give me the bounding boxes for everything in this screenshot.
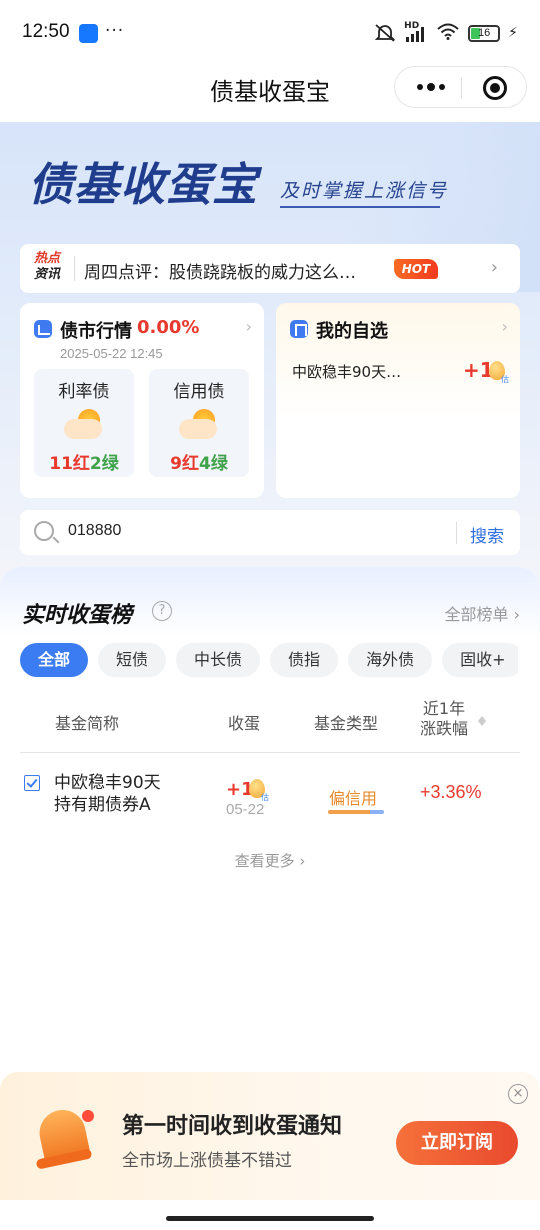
one-year-change: +3.36% [420,782,482,802]
column-header-change[interactable]: 近1年 涨跌幅 [420,699,468,739]
hot-news-tag: 热点 资讯 [34,251,68,283]
ranking-section: 实时收蛋榜 ? 全部榜单 › 全部 短债 中长债 债指 海外债 固收+ 基金简称 收蛋 基… [0,567,540,1087]
view-more-label: 查看更多 [234,852,295,870]
rate-bond-label: 利率债 [58,382,110,402]
credit-bond-green: 4绿 [199,454,228,474]
sunny-cloud-icon [64,407,106,441]
capsule-divider [461,78,462,98]
rate-bond-green: 2绿 [89,454,119,474]
status-icons: HD 16 ⚡ [374,21,518,44]
close-mini-program-icon[interactable] [483,76,507,100]
view-more-link[interactable]: 查看更多 › [0,850,540,871]
all-rankings-label: 全部榜单 [444,605,509,624]
slogan-underline [280,206,440,208]
tab-all[interactable]: 全部 [20,643,89,677]
mute-icon [374,23,396,43]
hot-badge: HOT [394,259,438,279]
news-tag-line1: 热点 [34,251,61,266]
wifi-icon [436,22,460,44]
app-notification-icon [79,24,98,43]
news-tag-line2: 资讯 [34,267,61,282]
hot-news-bar[interactable]: 热点 资讯 周四点评：股债跷跷板的威力这么… HOT › [20,244,520,293]
all-rankings-link[interactable]: 全部榜单 › [445,601,521,625]
close-icon[interactable]: × [508,1084,528,1104]
market-change: 0.00% [137,317,200,338]
tab-bond-index[interactable]: 债指 [270,643,339,677]
search-button[interactable]: 搜索 [470,522,504,547]
ranking-title: 实时收蛋榜 [22,603,133,628]
tab-fixed-income-plus[interactable]: 固收+ [442,643,518,677]
column-header-egg: 收蛋 [228,714,261,733]
category-tabs: 全部 短债 中长债 债指 海外债 固收+ [20,643,518,679]
fav-fund-name[interactable]: 中欧稳丰90天… [292,361,424,382]
bell-icon [28,1102,98,1174]
tab-mid-long-bond[interactable]: 中长债 [176,643,261,677]
credit-bond-count: 9红4绿 [149,449,249,474]
subscribe-button[interactable]: 立即订阅 [396,1121,518,1165]
tab-short-bond[interactable]: 短债 [98,643,167,677]
table-row[interactable]: 中欧稳丰90天 持有期债券A +1 估 05-22 偏信用 +3.36% [0,757,540,827]
search-bar: 搜索 [20,510,520,555]
tab-overseas-bond[interactable]: 海外债 [348,643,433,677]
credit-bond-box[interactable]: 信用债 9红4绿 [149,369,249,477]
subscribe-banner: × 第一时间收到收蛋通知 全市场上涨债基不错过 立即订阅 [0,1072,540,1200]
column-header-type: 基金类型 [314,714,379,733]
battery-level: 16 [478,26,491,39]
news-divider [74,256,75,281]
egg-date: 05-22 [226,801,265,818]
signal-icon: HD [404,21,428,43]
mini-program-capsule [394,66,527,108]
column-header-change-line1: 近1年 [422,699,466,718]
sort-icon[interactable] [478,712,486,728]
search-icon [34,521,54,541]
chevron-right-icon: › [245,317,252,336]
status-bar: 12:50 ··· HD 16 ⚡ [0,0,540,66]
chevron-right-icon: › [490,257,498,278]
fund-name: 中欧稳丰90天 持有期债券A [54,772,194,816]
rate-bond-red: 11红 [49,454,90,474]
credit-bond-label: 信用债 [173,382,225,402]
market-card-title: 债市行情 [60,321,132,342]
bond-market-card[interactable]: 债市行情 0.00% › 2025-05-22 12:45 利率债 11红2绿 … [20,303,264,498]
battery-icon: 16 [468,24,501,42]
charging-icon: ⚡ [508,25,518,41]
bookmark-icon [290,320,308,338]
estimate-label: 估 [501,375,509,384]
fund-type-bar [328,810,384,814]
home-indicator[interactable] [166,1216,374,1221]
hero-logo: 债基收蛋宝 [28,158,259,211]
news-headline[interactable]: 周四点评：股债跷跷板的威力这么… [84,258,384,283]
rate-bond-box[interactable]: 利率债 11红2绿 [34,369,134,477]
fav-card-title: 我的自选 [316,321,388,342]
market-time: 2025-05-22 12:45 [60,346,163,361]
table-header-divider [20,752,520,753]
fund-name-line2: 持有期债券A [54,795,151,815]
fund-type: 偏信用 [329,789,378,808]
search-divider [456,522,457,544]
sunny-cloud-icon [179,407,221,441]
search-input[interactable] [68,522,428,540]
column-header-name: 基金简称 [55,714,120,733]
more-notifications-icon: ··· [105,21,125,41]
banner-subtitle: 全市场上涨债基不错过 [122,1151,292,1171]
chevron-right-icon: › [501,317,508,336]
rate-bond-count: 11红2绿 [34,449,134,474]
nav-bar: 债基收蛋宝 [0,66,540,122]
help-icon[interactable]: ? [152,601,172,621]
hero-slogan: 及时掌握上涨信号 [280,180,449,202]
status-time: 12:50 [22,21,70,42]
chart-icon [34,320,52,338]
my-favorites-card[interactable]: 我的自选 › 中欧稳丰90天… +1 估 [276,303,520,498]
credit-bond-red: 9红 [170,454,199,474]
fund-name-line1: 中欧稳丰90天 [54,773,161,793]
more-options-icon[interactable] [413,75,449,99]
checkbox[interactable] [24,775,40,791]
column-header-change-line2: 涨跌幅 [420,719,469,738]
banner-title: 第一时间收到收蛋通知 [122,1114,343,1139]
